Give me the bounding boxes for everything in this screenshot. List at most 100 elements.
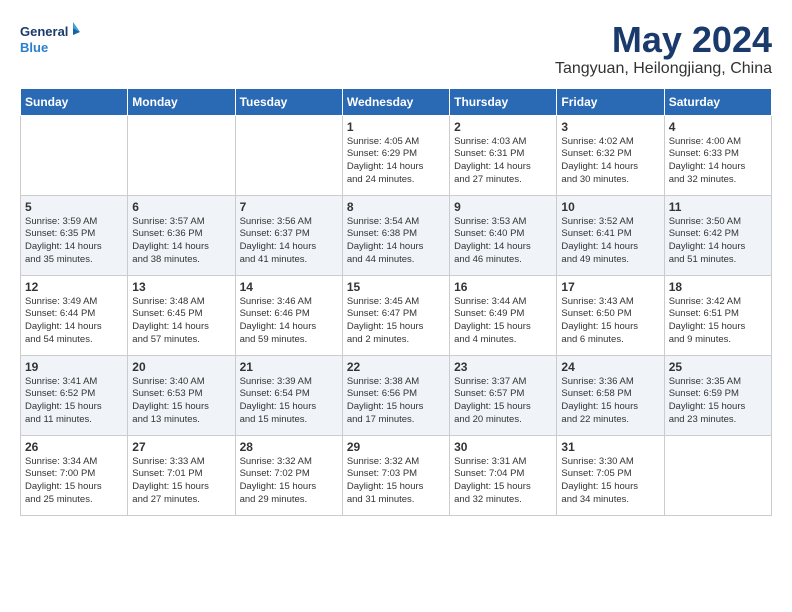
day-info: Sunrise: 3:57 AM Sunset: 6:36 PM Dayligh… <box>132 216 230 267</box>
week-row-2: 5 Sunrise: 3:59 AM Sunset: 6:35 PM Daylig… <box>21 195 772 275</box>
day-number: 5 <box>25 200 123 214</box>
day-number: 6 <box>132 200 230 214</box>
svg-text:Blue: Blue <box>20 40 48 55</box>
week-row-4: 19Sunrise: 3:41 AM Sunset: 6:52 PM Dayli… <box>21 355 772 435</box>
day-info: Sunrise: 3:37 AM Sunset: 6:57 PM Dayligh… <box>454 376 552 427</box>
day-cell: 22 Sunrise: 3:38 AM Sunset: 6:56 PM Dayli… <box>342 355 449 435</box>
day-number: 17 <box>561 280 659 294</box>
day-info: Sunrise: 3:38 AM Sunset: 6:56 PM Dayligh… <box>347 376 445 427</box>
day-number: 26 <box>25 440 123 454</box>
day-number: 21 <box>240 360 338 374</box>
day-info: Sunrise: 3:43 AM Sunset: 6:50 PM Dayligh… <box>561 296 659 347</box>
day-number: 11 <box>669 200 767 214</box>
day-number: 25 <box>669 360 767 374</box>
week-row-3: 12Sunrise: 3:49 AM Sunset: 6:44 PM Dayli… <box>21 275 772 355</box>
day-number: 20 <box>132 360 230 374</box>
day-cell: 19Sunrise: 3:41 AM Sunset: 6:52 PM Dayli… <box>21 355 128 435</box>
day-info: Sunrise: 3:48 AM Sunset: 6:45 PM Dayligh… <box>132 296 230 347</box>
day-cell: 30 Sunrise: 3:31 AM Sunset: 7:04 PM Dayli… <box>450 435 557 515</box>
day-info: Sunrise: 4:02 AM Sunset: 6:32 PM Dayligh… <box>561 136 659 187</box>
header-cell-saturday: Saturday <box>664 88 771 115</box>
calendar-title: May 2024 <box>555 20 772 60</box>
day-number: 24 <box>561 360 659 374</box>
day-cell: 12Sunrise: 3:49 AM Sunset: 6:44 PM Dayli… <box>21 275 128 355</box>
day-number: 23 <box>454 360 552 374</box>
day-info: Sunrise: 3:31 AM Sunset: 7:04 PM Dayligh… <box>454 456 552 507</box>
day-cell: 15 Sunrise: 3:45 AM Sunset: 6:47 PM Dayli… <box>342 275 449 355</box>
day-info: Sunrise: 3:50 AM Sunset: 6:42 PM Dayligh… <box>669 216 767 267</box>
day-cell: 25Sunrise: 3:35 AM Sunset: 6:59 PM Dayli… <box>664 355 771 435</box>
day-cell: 23 Sunrise: 3:37 AM Sunset: 6:57 PM Dayli… <box>450 355 557 435</box>
day-number: 28 <box>240 440 338 454</box>
header-cell-thursday: Thursday <box>450 88 557 115</box>
day-info: Sunrise: 3:45 AM Sunset: 6:47 PM Dayligh… <box>347 296 445 347</box>
day-info: Sunrise: 3:36 AM Sunset: 6:58 PM Dayligh… <box>561 376 659 427</box>
day-info: Sunrise: 3:44 AM Sunset: 6:49 PM Dayligh… <box>454 296 552 347</box>
day-cell: 3 Sunrise: 4:02 AM Sunset: 6:32 PM Daylig… <box>557 115 664 195</box>
title-block: May 2024 Tangyuan, Heilongjiang, China <box>555 20 772 78</box>
day-info: Sunrise: 3:34 AM Sunset: 7:00 PM Dayligh… <box>25 456 123 507</box>
day-number: 12 <box>25 280 123 294</box>
day-number: 4 <box>669 120 767 134</box>
day-cell: 2 Sunrise: 4:03 AM Sunset: 6:31 PM Daylig… <box>450 115 557 195</box>
calendar-body: 1 Sunrise: 4:05 AM Sunset: 6:29 PM Daylig… <box>21 115 772 515</box>
day-cell: 7 Sunrise: 3:56 AM Sunset: 6:37 PM Daylig… <box>235 195 342 275</box>
day-number: 30 <box>454 440 552 454</box>
day-cell: 8 Sunrise: 3:54 AM Sunset: 6:38 PM Daylig… <box>342 195 449 275</box>
day-info: Sunrise: 3:40 AM Sunset: 6:53 PM Dayligh… <box>132 376 230 427</box>
day-cell: 9 Sunrise: 3:53 AM Sunset: 6:40 PM Daylig… <box>450 195 557 275</box>
day-info: Sunrise: 3:59 AM Sunset: 6:35 PM Dayligh… <box>25 216 123 267</box>
week-row-5: 26 Sunrise: 3:34 AM Sunset: 7:00 PM Dayli… <box>21 435 772 515</box>
calendar-table: SundayMondayTuesdayWednesdayThursdayFrid… <box>20 88 772 516</box>
day-info: Sunrise: 4:03 AM Sunset: 6:31 PM Dayligh… <box>454 136 552 187</box>
day-cell: 28Sunrise: 3:32 AM Sunset: 7:02 PM Dayli… <box>235 435 342 515</box>
day-number: 27 <box>132 440 230 454</box>
day-number: 7 <box>240 200 338 214</box>
day-info: Sunrise: 3:52 AM Sunset: 6:41 PM Dayligh… <box>561 216 659 267</box>
svg-text:General: General <box>20 24 68 39</box>
day-number: 13 <box>132 280 230 294</box>
day-number: 9 <box>454 200 552 214</box>
day-info: Sunrise: 3:46 AM Sunset: 6:46 PM Dayligh… <box>240 296 338 347</box>
day-cell: 21Sunrise: 3:39 AM Sunset: 6:54 PM Dayli… <box>235 355 342 435</box>
logo: General Blue <box>20 20 80 62</box>
calendar-header-row: SundayMondayTuesdayWednesdayThursdayFrid… <box>21 88 772 115</box>
day-cell: 24 Sunrise: 3:36 AM Sunset: 6:58 PM Dayli… <box>557 355 664 435</box>
day-info: Sunrise: 3:53 AM Sunset: 6:40 PM Dayligh… <box>454 216 552 267</box>
day-cell: 4 Sunrise: 4:00 AM Sunset: 6:33 PM Daylig… <box>664 115 771 195</box>
header-cell-friday: Friday <box>557 88 664 115</box>
day-info: Sunrise: 4:00 AM Sunset: 6:33 PM Dayligh… <box>669 136 767 187</box>
day-info: Sunrise: 4:05 AM Sunset: 6:29 PM Dayligh… <box>347 136 445 187</box>
day-cell: 27 Sunrise: 3:33 AM Sunset: 7:01 PM Dayli… <box>128 435 235 515</box>
day-cell <box>21 115 128 195</box>
day-info: Sunrise: 3:33 AM Sunset: 7:01 PM Dayligh… <box>132 456 230 507</box>
day-info: Sunrise: 3:56 AM Sunset: 6:37 PM Dayligh… <box>240 216 338 267</box>
day-number: 14 <box>240 280 338 294</box>
page-header: General Blue May 2024 Tangyuan, Heilongj… <box>20 20 772 78</box>
day-info: Sunrise: 3:54 AM Sunset: 6:38 PM Dayligh… <box>347 216 445 267</box>
logo-svg: General Blue <box>20 20 80 62</box>
day-number: 31 <box>561 440 659 454</box>
day-cell: 13 Sunrise: 3:48 AM Sunset: 6:45 PM Dayli… <box>128 275 235 355</box>
day-number: 29 <box>347 440 445 454</box>
day-number: 2 <box>454 120 552 134</box>
day-cell <box>128 115 235 195</box>
day-number: 15 <box>347 280 445 294</box>
day-number: 1 <box>347 120 445 134</box>
header-cell-monday: Monday <box>128 88 235 115</box>
day-info: Sunrise: 3:32 AM Sunset: 7:03 PM Dayligh… <box>347 456 445 507</box>
day-cell: 16 Sunrise: 3:44 AM Sunset: 6:49 PM Dayli… <box>450 275 557 355</box>
day-cell: 17 Sunrise: 3:43 AM Sunset: 6:50 PM Dayli… <box>557 275 664 355</box>
day-number: 16 <box>454 280 552 294</box>
header-cell-tuesday: Tuesday <box>235 88 342 115</box>
day-info: Sunrise: 3:30 AM Sunset: 7:05 PM Dayligh… <box>561 456 659 507</box>
day-cell: 5 Sunrise: 3:59 AM Sunset: 6:35 PM Daylig… <box>21 195 128 275</box>
day-number: 10 <box>561 200 659 214</box>
day-number: 19 <box>25 360 123 374</box>
header-cell-sunday: Sunday <box>21 88 128 115</box>
day-number: 22 <box>347 360 445 374</box>
day-cell <box>664 435 771 515</box>
day-number: 3 <box>561 120 659 134</box>
day-cell: 26 Sunrise: 3:34 AM Sunset: 7:00 PM Dayli… <box>21 435 128 515</box>
day-number: 8 <box>347 200 445 214</box>
